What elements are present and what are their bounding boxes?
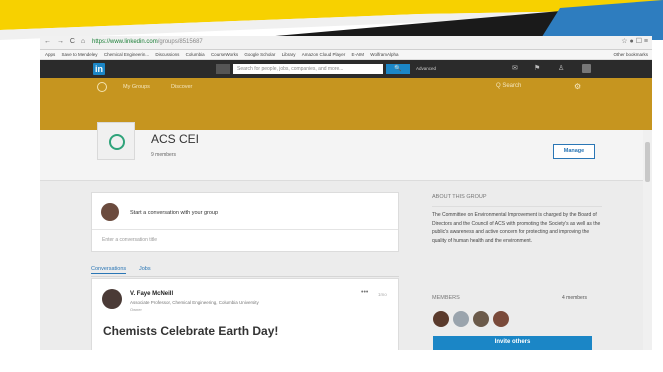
bookmark-mendeley[interactable]: Save to Mendeley [62,50,98,59]
group-search[interactable]: Q Search [496,83,521,89]
browser-nav-icons[interactable]: ← → C ⌂ [44,38,87,45]
bookmark-cheme[interactable]: Chemical Engineerin... [104,50,149,59]
invite-others-button[interactable]: Invite others [433,336,592,350]
search-category-button[interactable] [216,64,230,74]
search-input[interactable]: Search for people, jobs, companies, and … [233,64,383,74]
search-icon[interactable]: 🔍 [386,64,410,74]
advanced-search-link[interactable]: Advanced [416,66,436,71]
composer-prompt[interactable]: Start a conversation with your group [130,210,218,216]
author-badge: Owner [130,307,142,312]
nav-my-groups[interactable]: My Groups [123,84,150,90]
divider [432,206,602,207]
group-logo-icon [109,134,125,150]
tab-conversations[interactable]: Conversations [91,266,127,274]
member-avatar[interactable] [453,311,469,327]
browser-window: ← → C ⌂ https://www.linkedin.com/groups/… [40,36,652,350]
page-title: ACS CEI [151,132,200,146]
gear-icon[interactable]: ⚙ [574,82,581,91]
tab-jobs[interactable]: Jobs [139,266,151,272]
avatar[interactable] [582,64,591,73]
nav-discover[interactable]: Discover [171,84,192,90]
manage-button[interactable]: Manage [553,144,595,159]
member-avatar[interactable] [493,311,509,327]
bookmark-wolfram[interactable]: WolframAlpha [370,50,398,59]
bookmark-discussions[interactable]: Discussions [155,50,179,59]
browser-toolbar-icons[interactable]: ☆ ● ☐ ≡ [621,37,648,45]
messages-icon[interactable]: ✉ [512,64,518,72]
bookmark-eaim[interactable]: E-AIM [352,50,365,59]
bookmark-scholar[interactable]: Google Scholar [244,50,275,59]
slide-footer [0,350,663,372]
post-time: 1mo [378,292,387,297]
about-text: The Committee on Environmental Improveme… [432,212,601,244]
author-role: Associate Professor, Chemical Engineerin… [130,300,259,305]
bookmark-columbia[interactable]: Columbia [186,50,205,59]
scrollbar[interactable] [643,130,652,350]
conversation-title-input[interactable]: Enter a conversation title [102,237,157,243]
divider [92,229,398,230]
member-avatar[interactable] [473,311,489,327]
members-heading: MEMBERS [432,295,460,301]
conversation-composer: Start a conversation with your group Ent… [91,192,399,252]
members-count-link[interactable]: 4 members [562,295,587,301]
groups-home-icon[interactable] [97,82,107,92]
url-path: /groups/8515687 [157,39,203,45]
add-connections-icon[interactable]: ♙ [558,64,564,72]
linkedin-header: in Search for people, jobs, companies, a… [40,60,652,78]
more-options-icon[interactable]: ••• [361,289,368,296]
bookmark-courseworks[interactable]: CourseWorks [211,50,238,59]
conversation-headline[interactable]: Chemists Celebrate Earth Day! [103,324,278,338]
url-host: https://www.linkedin.com [92,39,158,45]
member-avatar[interactable] [433,311,449,327]
conversation-card: V. Faye McNeill Associate Professor, Che… [91,278,399,350]
conversation-tabs: Conversations Jobs [91,265,399,277]
address-bar: ← → C ⌂ https://www.linkedin.com/groups/… [40,36,652,50]
group-member-count[interactable]: 9 members [151,152,176,158]
bookmark-apps[interactable]: Apps [45,50,55,59]
scrollbar-thumb[interactable] [645,142,650,182]
url-field[interactable]: https://www.linkedin.com/groups/8515687 [92,38,572,46]
notifications-flag-icon[interactable]: ⚑ [534,64,540,72]
author-name[interactable]: V. Faye McNeill [130,291,173,297]
bookmark-library[interactable]: Library [282,50,296,59]
avatar [101,203,119,221]
header-actions: ✉ ⚑ ♙ [512,64,632,74]
about-heading: ABOUT THIS GROUP [432,194,487,200]
bookmarks-bar: Apps Save to Mendeley Chemical Engineeri… [40,50,652,60]
bookmark-amazon[interactable]: Amazon Cloud Player [302,50,346,59]
linkedin-logo[interactable]: in [93,63,105,75]
bookmark-other[interactable]: Other bookmarks [613,50,648,59]
avatar[interactable] [102,289,122,309]
group-logo [97,122,135,160]
slide-header-decoration [0,0,663,40]
